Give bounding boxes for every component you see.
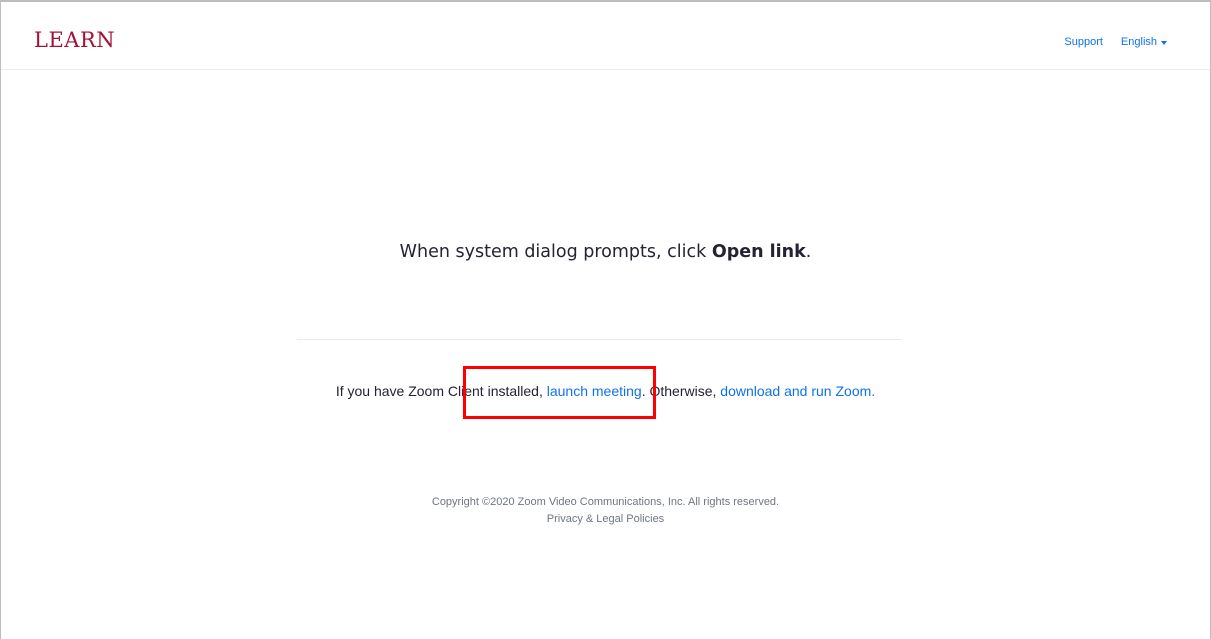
content-divider <box>297 339 901 340</box>
prompt-text: When system dialog prompts, click <box>399 242 712 262</box>
learn-logo[interactable]: LEARN <box>34 30 115 51</box>
launch-prefix: If you have Zoom Client installed, <box>335 383 547 399</box>
header-nav: Support English <box>1064 36 1167 48</box>
launch-meeting-link[interactable]: launch meeting <box>547 383 642 399</box>
prompt-end: . <box>805 242 812 262</box>
launch-middle: . Otherwise, <box>641 383 721 399</box>
launch-instructions: If you have Zoom Client installed, launc… <box>1 383 1210 399</box>
prompt-bold: Open link <box>711 242 806 262</box>
language-label: English <box>1120 36 1157 48</box>
browser-page: LEARN Support English When system dialog… <box>0 0 1211 639</box>
support-link[interactable]: Support <box>1064 36 1103 48</box>
page-footer: Copyright ©2020 Zoom Video Communication… <box>1 494 1210 528</box>
download-zoom-link[interactable]: download and run Zoom. <box>720 383 875 399</box>
caret-down-icon <box>1161 40 1167 45</box>
privacy-legal-link[interactable]: Privacy & Legal Policies <box>547 513 664 525</box>
copyright-text: Copyright ©2020 Zoom Video Communication… <box>431 496 780 508</box>
open-link-prompt: When system dialog prompts, click Open l… <box>1 242 1210 262</box>
top-header: LEARN Support English <box>1 2 1210 70</box>
language-dropdown[interactable]: English <box>1121 36 1167 48</box>
